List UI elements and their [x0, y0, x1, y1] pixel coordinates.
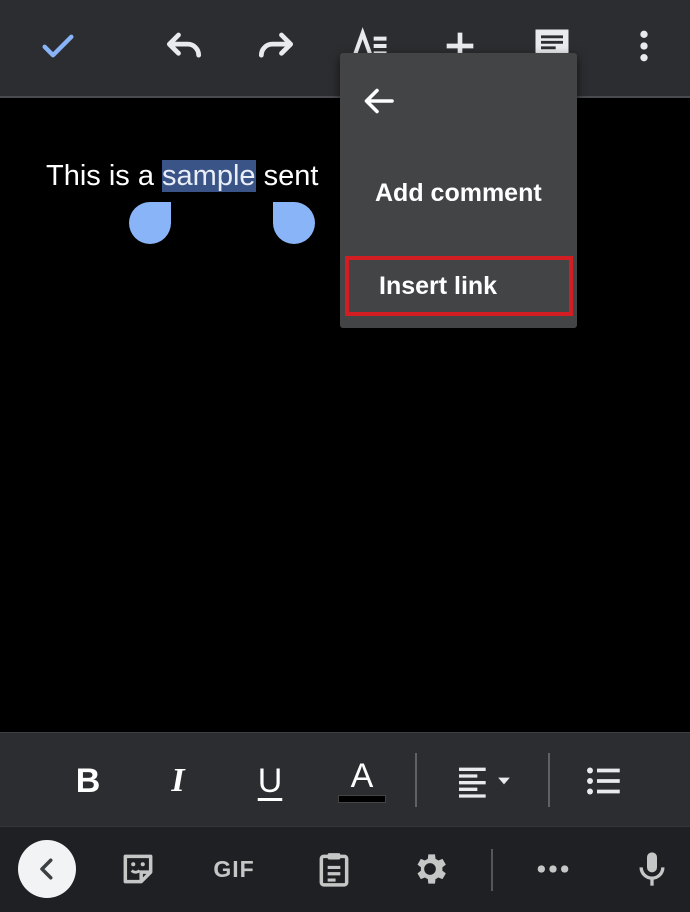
- voice-input-button[interactable]: [628, 845, 676, 893]
- text-color-label: A: [350, 757, 374, 795]
- format-toolbar: B I U A: [0, 732, 690, 826]
- sticker-icon: [123, 854, 153, 884]
- selection-start-handle[interactable]: [129, 202, 171, 244]
- insert-link-menu-item[interactable]: Insert link: [345, 256, 573, 316]
- bulleted-list-icon: [587, 767, 620, 795]
- chevron-left-icon: [40, 858, 53, 880]
- more-vert-icon: [640, 30, 648, 62]
- add-comment-menu-item[interactable]: Add comment: [340, 163, 577, 223]
- align-button[interactable]: [448, 757, 520, 805]
- italic-label: I: [171, 762, 185, 799]
- format-divider: [415, 753, 417, 807]
- arrow-back-icon: [364, 88, 394, 114]
- settings-icon: [417, 854, 446, 884]
- undo-icon: [166, 32, 202, 58]
- sticker-button[interactable]: [114, 845, 162, 893]
- text-color-swatch: [338, 795, 386, 803]
- format-divider-2: [548, 753, 550, 807]
- text-after-selection: sent: [255, 160, 319, 192]
- chevron-down-icon: [498, 777, 510, 785]
- italic-button[interactable]: I: [154, 757, 202, 805]
- clipboard-button[interactable]: [310, 845, 358, 893]
- keyboard-toolbar: GIF: [0, 826, 690, 912]
- more-options-button[interactable]: [620, 22, 668, 70]
- keyboard-back-button[interactable]: [18, 840, 76, 898]
- check-icon: [42, 34, 74, 58]
- keyboard-more-button[interactable]: [528, 845, 578, 893]
- context-menu: Add comment Insert link: [340, 53, 577, 328]
- undo-button[interactable]: [160, 22, 208, 70]
- gif-label: GIF: [213, 855, 255, 882]
- keyboard-divider: [491, 849, 493, 891]
- keyboard-settings-button[interactable]: [406, 845, 454, 893]
- redo-button[interactable]: [252, 22, 300, 70]
- more-horiz-icon: [537, 865, 569, 873]
- underline-button[interactable]: U: [246, 757, 294, 805]
- redo-icon: [258, 32, 294, 58]
- selected-text[interactable]: sample: [162, 160, 256, 192]
- bulleted-list-button[interactable]: [580, 757, 628, 805]
- align-left-icon: [459, 767, 486, 798]
- menu-back-button[interactable]: [360, 81, 400, 121]
- mic-icon: [639, 852, 665, 886]
- clipboard-icon: [319, 853, 349, 887]
- bold-button[interactable]: B: [64, 757, 112, 805]
- selection-end-handle[interactable]: [273, 202, 315, 244]
- text-color-button[interactable]: A: [338, 757, 386, 805]
- text-before-selection: This is a: [46, 160, 163, 192]
- document-text[interactable]: This is a sample sent: [46, 160, 318, 193]
- gif-button[interactable]: GIF: [204, 845, 264, 893]
- bold-label: B: [75, 762, 101, 800]
- underline-label: U: [257, 762, 283, 800]
- done-button[interactable]: [34, 22, 82, 70]
